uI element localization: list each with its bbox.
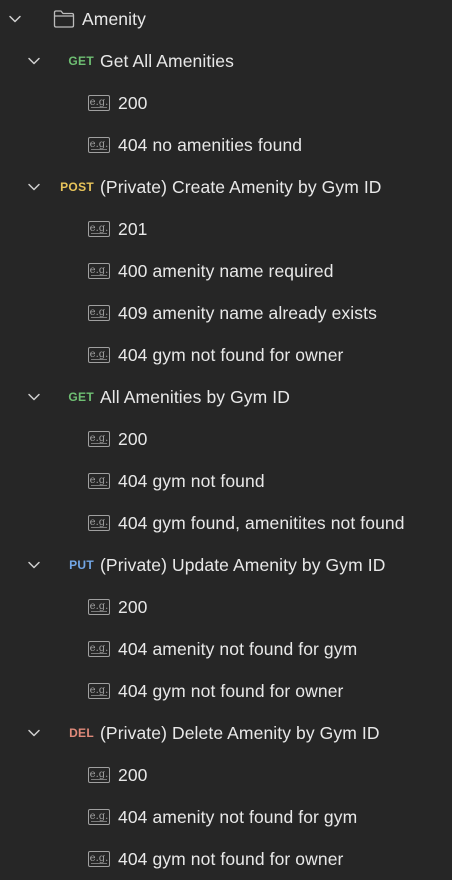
method-badge: POST [60, 180, 94, 194]
chevron-down-icon[interactable] [8, 12, 22, 26]
example-row[interactable]: e.g. 200 [0, 418, 452, 460]
example-label: 404 gym not found for owner [118, 680, 344, 701]
example-label: 400 amenity name required [118, 260, 334, 281]
example-row[interactable]: e.g. 404 gym found, amenitites not found [0, 502, 452, 544]
folder-row-amenity[interactable]: Amenity [0, 0, 452, 40]
request-label: Get All Amenities [100, 50, 234, 71]
request-label: (Private) Update Amenity by Gym ID [100, 554, 386, 575]
example-label: 404 no amenities found [118, 134, 303, 155]
example-row[interactable]: e.g. 404 gym not found for owner [0, 334, 452, 376]
folder-label: Amenity [82, 8, 146, 29]
example-icon: e.g. [88, 95, 110, 111]
example-icon: e.g. [88, 851, 110, 867]
request-row[interactable]: POST (Private) Create Amenity by Gym ID [0, 166, 452, 208]
request-row[interactable]: GET Get All Amenities [0, 40, 452, 82]
example-icon: e.g. [88, 641, 110, 657]
example-row[interactable]: e.g. 200 [0, 586, 452, 628]
example-label: 404 gym not found for owner [118, 848, 344, 869]
example-label: 201 [118, 218, 148, 239]
example-label: 200 [118, 764, 148, 785]
method-badge: GET [68, 54, 94, 68]
example-row[interactable]: e.g. 200 [0, 754, 452, 796]
example-icon: e.g. [88, 473, 110, 489]
example-label: 200 [118, 428, 148, 449]
example-icon: e.g. [88, 809, 110, 825]
example-label: 404 gym not found [118, 470, 265, 491]
example-row[interactable]: e.g. 404 gym not found [0, 460, 452, 502]
request-label: (Private) Create Amenity by Gym ID [100, 176, 382, 197]
example-icon: e.g. [88, 263, 110, 279]
collection-tree: Amenity GET Get All Amenities e.g. 200 e… [0, 0, 452, 880]
chevron-down-icon[interactable] [27, 558, 41, 572]
example-icon: e.g. [88, 137, 110, 153]
example-icon: e.g. [88, 683, 110, 699]
example-label: 200 [118, 92, 148, 113]
chevron-down-icon[interactable] [27, 390, 41, 404]
chevron-down-icon[interactable] [27, 180, 41, 194]
request-row[interactable]: GET All Amenities by Gym ID [0, 376, 452, 418]
example-label: 404 gym found, amenitites not found [118, 512, 405, 533]
example-row[interactable]: e.g. 200 [0, 82, 452, 124]
example-row[interactable]: e.g. 404 amenity not found for gym [0, 796, 452, 838]
request-row[interactable]: DEL (Private) Delete Amenity by Gym ID [0, 712, 452, 754]
example-icon: e.g. [88, 515, 110, 531]
example-row[interactable]: e.g. 404 gym not found for owner [0, 670, 452, 712]
example-label: 404 gym not found for owner [118, 344, 344, 365]
example-row[interactable]: e.g. 404 no amenities found [0, 124, 452, 166]
example-row[interactable]: e.g. 404 gym not found for owner [0, 838, 452, 880]
chevron-down-icon[interactable] [27, 54, 41, 68]
example-icon: e.g. [88, 305, 110, 321]
example-icon: e.g. [88, 347, 110, 363]
example-row[interactable]: e.g. 409 amenity name already exists [0, 292, 452, 334]
example-icon: e.g. [88, 767, 110, 783]
example-label: 200 [118, 596, 148, 617]
request-label: All Amenities by Gym ID [100, 386, 290, 407]
request-label: (Private) Delete Amenity by Gym ID [100, 722, 380, 743]
example-icon: e.g. [88, 599, 110, 615]
example-icon: e.g. [88, 431, 110, 447]
chevron-down-icon[interactable] [27, 726, 41, 740]
example-icon: e.g. [88, 221, 110, 237]
folder-icon [53, 9, 75, 29]
example-label: 409 amenity name already exists [118, 302, 377, 323]
method-badge: GET [68, 390, 94, 404]
example-label: 404 amenity not found for gym [118, 638, 358, 659]
method-badge: PUT [69, 558, 94, 572]
request-row[interactable]: PUT (Private) Update Amenity by Gym ID [0, 544, 452, 586]
example-row[interactable]: e.g. 201 [0, 208, 452, 250]
method-badge: DEL [69, 726, 94, 740]
example-row[interactable]: e.g. 400 amenity name required [0, 250, 452, 292]
example-label: 404 amenity not found for gym [118, 806, 358, 827]
example-row[interactable]: e.g. 404 amenity not found for gym [0, 628, 452, 670]
